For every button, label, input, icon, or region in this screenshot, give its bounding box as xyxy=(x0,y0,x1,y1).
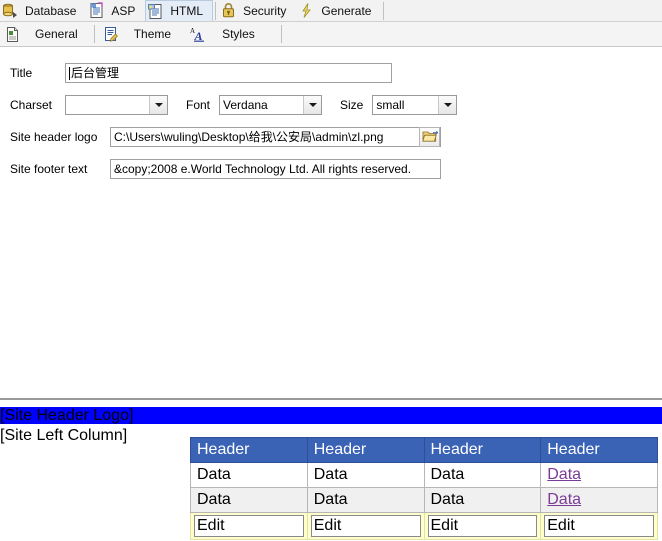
table-edit-cell xyxy=(190,512,308,540)
table-cell: Data xyxy=(306,462,425,488)
table-edit-cell xyxy=(540,512,658,540)
toolbar-item-html[interactable]: HTML xyxy=(145,0,214,21)
tab-styles-label: Styles xyxy=(222,27,255,41)
table-edit-cell xyxy=(306,512,425,540)
table-cell: Data xyxy=(423,462,542,488)
tab-general[interactable]: General xyxy=(0,22,88,46)
site-footer-text-value: &copy;2008 e.World Technology Ltd. All r… xyxy=(114,162,412,176)
size-value: small xyxy=(376,98,405,112)
size-label: Size xyxy=(340,98,364,112)
table-header-cell[interactable]: Header xyxy=(540,437,658,463)
site-footer-text-input[interactable]: &copy;2008 e.World Technology Ltd. All r… xyxy=(110,159,441,179)
table-row: Data Data Data Data xyxy=(190,462,658,488)
tab-theme-label: Theme xyxy=(133,27,172,41)
table-header-cell[interactable]: Header xyxy=(306,437,425,463)
toolbar-item-asp-label: ASP xyxy=(111,3,136,18)
lock-icon xyxy=(220,2,237,19)
table-header-cell[interactable]: Header xyxy=(423,437,542,463)
toolbar-item-security[interactable]: Security xyxy=(218,0,296,21)
table-header-row: Header Header Header Header xyxy=(190,437,658,463)
size-select[interactable]: small xyxy=(372,95,458,115)
site-header-logo-value: C:\Users\wuling\Desktop\给我\公安局\admin\zl.… xyxy=(114,130,384,144)
charset-row: Charset Font Verdana Size small xyxy=(10,95,458,115)
site-left-column-placeholder-text: [Site Left Column] xyxy=(0,427,128,444)
table-cell: Data xyxy=(190,462,308,488)
toolbar-item-generate[interactable]: Generate xyxy=(296,0,381,21)
title-input-value: 后台管理 xyxy=(71,66,120,80)
title-row: Title 后台管理 xyxy=(10,63,392,83)
sub-tab-divider-2 xyxy=(280,25,282,43)
charset-select[interactable] xyxy=(65,95,168,115)
chevron-down-icon[interactable] xyxy=(438,96,457,114)
toolbar-divider-end xyxy=(383,1,385,20)
table-cell-link-anchor[interactable]: Data xyxy=(547,491,581,508)
asp-page-icon xyxy=(88,2,105,19)
table-edit-row xyxy=(190,512,658,540)
table-cell: Data xyxy=(423,487,542,513)
table-cell-link: Data xyxy=(540,462,658,488)
table-cell: Data xyxy=(306,487,425,513)
toolbar-divider xyxy=(215,1,217,20)
font-select[interactable]: Verdana xyxy=(219,95,323,115)
edit-field[interactable] xyxy=(427,515,538,537)
theme-page-icon xyxy=(103,26,120,43)
table-cell-link-anchor[interactable]: Data xyxy=(547,466,581,483)
toolbar-item-database-label: Database xyxy=(25,3,77,18)
tab-general-label: General xyxy=(35,27,78,41)
site-header-logo-row: Site header logo C:\Users\wuling\Desktop… xyxy=(10,127,441,147)
table-edit-cell xyxy=(423,512,542,540)
site-footer-text-label: Site footer text xyxy=(10,162,88,176)
chevron-down-icon[interactable] xyxy=(303,96,322,114)
site-header-logo-label: Site header logo xyxy=(10,130,98,144)
toolbar-item-database[interactable]: Database xyxy=(0,0,86,21)
font-value: Verdana xyxy=(223,98,268,112)
general-settings-panel: Title 后台管理 Charset Font Verdana Size sma… xyxy=(0,49,662,398)
toolbar-item-html-label: HTML xyxy=(170,4,204,18)
module-toolbar: Database ASP HTML Security Generate xyxy=(0,0,662,22)
table-cell-link: Data xyxy=(540,487,658,513)
table-cell: Data xyxy=(190,487,308,513)
tab-theme[interactable]: Theme xyxy=(101,22,181,46)
toolbar-item-security-label: Security xyxy=(243,3,287,18)
lightning-icon xyxy=(298,2,315,19)
chevron-down-icon[interactable] xyxy=(149,96,167,114)
site-footer-text-row: Site footer text &copy;2008 e.World Tech… xyxy=(10,159,441,179)
edit-field[interactable] xyxy=(544,515,654,537)
sub-tab-bar: General Theme A A Styles xyxy=(0,22,662,47)
sub-tab-divider-1 xyxy=(93,25,95,43)
html-page-icon xyxy=(147,3,164,20)
text-caret xyxy=(69,66,70,80)
site-header-logo-placeholder: [Site Header Logo] xyxy=(0,407,662,424)
open-folder-icon xyxy=(421,129,438,146)
tab-styles[interactable]: A A Styles xyxy=(181,22,265,46)
site-header-logo-input[interactable]: C:\Users\wuling\Desktop\给我\公安局\admin\zl.… xyxy=(110,127,441,147)
toolbar-item-generate-label: Generate xyxy=(321,3,372,18)
title-input[interactable]: 后台管理 xyxy=(65,63,392,83)
browse-file-button[interactable] xyxy=(419,127,440,147)
edit-field[interactable] xyxy=(194,515,304,537)
toolbar-item-asp[interactable]: ASP xyxy=(86,0,145,21)
font-style-icon: A A xyxy=(189,26,206,43)
preview-data-table: Header Header Header Header Data Data Da… xyxy=(190,437,658,540)
page-preview-pane: [Site Header Logo] [Site Left Column] He… xyxy=(0,398,662,541)
database-icon xyxy=(2,2,19,19)
site-left-column-placeholder: [Site Left Column] xyxy=(0,426,127,446)
edit-field[interactable] xyxy=(310,515,421,537)
document-icon xyxy=(4,26,21,43)
table-row: Data Data Data Data xyxy=(190,487,658,513)
site-header-logo-placeholder-text: [Site Header Logo] xyxy=(0,407,134,424)
table-header-cell[interactable]: Header xyxy=(190,437,308,463)
font-label: Font xyxy=(186,98,211,112)
